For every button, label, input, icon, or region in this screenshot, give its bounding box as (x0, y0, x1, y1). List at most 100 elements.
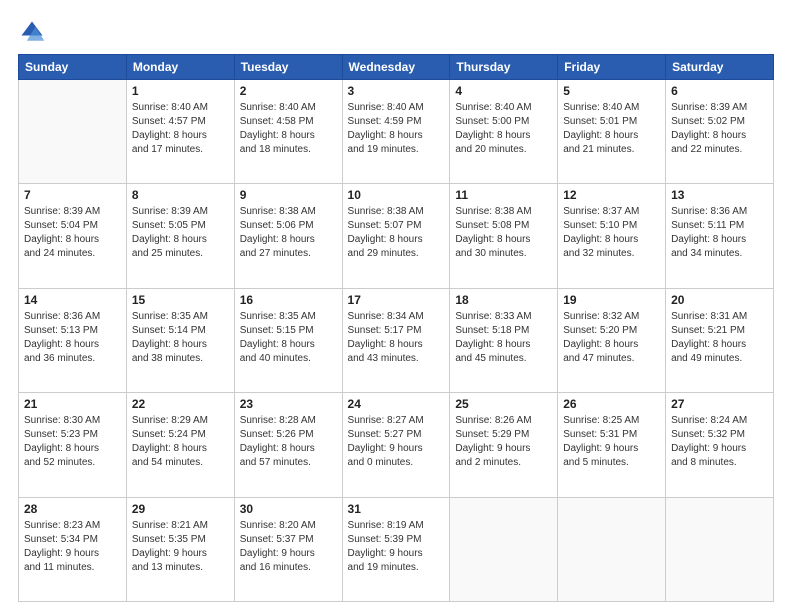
day-number: 31 (348, 502, 445, 516)
calendar-cell: 28Sunrise: 8:23 AM Sunset: 5:34 PM Dayli… (19, 497, 127, 601)
calendar-cell: 20 Sunrise: 8:31 AM Sunset: 5:21 PM Dayli… (666, 288, 774, 392)
day-number: 16 (240, 293, 337, 307)
day-info: Sunrise: 8:21 AM Sunset: 5:35 PM Dayligh… (132, 519, 229, 575)
calendar-cell: 18 Sunrise: 8:33 AM Sunset: 5:18 PM Dayli… (450, 288, 558, 392)
day-number: 8 (132, 188, 229, 202)
day-info: Sunrise: 8:31 AM Sunset: 5:21 PM Dayligh… (671, 310, 768, 366)
day-number: 30 (240, 502, 337, 516)
day-info: Sunrise: 8:36 AM Sunset: 5:11 PM Dayligh… (671, 205, 768, 261)
logo (18, 18, 50, 46)
calendar-cell: 25Sunrise: 8:26 AM Sunset: 5:29 PM Dayli… (450, 393, 558, 497)
day-number: 5 (563, 84, 660, 98)
calendar-cell: 22 Sunrise: 8:29 AM Sunset: 5:24 PM Dayli… (126, 393, 234, 497)
day-number: 12 (563, 188, 660, 202)
calendar-cell: 15 Sunrise: 8:35 AM Sunset: 5:14 PM Dayli… (126, 288, 234, 392)
calendar-header-row: SundayMondayTuesdayWednesdayThursdayFrid… (19, 55, 774, 80)
day-number: 17 (348, 293, 445, 307)
calendar-cell: 14 Sunrise: 8:36 AM Sunset: 5:13 PM Dayli… (19, 288, 127, 392)
day-number: 10 (348, 188, 445, 202)
calendar-cell: 7 Sunrise: 8:39 AM Sunset: 5:04 PM Daylig… (19, 184, 127, 288)
day-info: Sunrise: 8:36 AM Sunset: 5:13 PM Dayligh… (24, 310, 121, 366)
calendar-cell: 8 Sunrise: 8:39 AM Sunset: 5:05 PM Daylig… (126, 184, 234, 288)
day-number: 29 (132, 502, 229, 516)
day-info: Sunrise: 8:29 AM Sunset: 5:24 PM Dayligh… (132, 414, 229, 470)
day-number: 18 (455, 293, 552, 307)
calendar-cell: 1Sunrise: 8:40 AM Sunset: 4:57 PM Daylig… (126, 80, 234, 184)
calendar-cell: 12 Sunrise: 8:37 AM Sunset: 5:10 PM Dayli… (558, 184, 666, 288)
calendar-cell: 9Sunrise: 8:38 AM Sunset: 5:06 PM Daylig… (234, 184, 342, 288)
day-info: Sunrise: 8:39 AM Sunset: 5:02 PM Dayligh… (671, 101, 768, 157)
day-info: Sunrise: 8:40 AM Sunset: 5:01 PM Dayligh… (563, 101, 660, 157)
day-info: Sunrise: 8:38 AM Sunset: 5:08 PM Dayligh… (455, 205, 552, 261)
day-number: 21 (24, 397, 121, 411)
day-info: Sunrise: 8:30 AM Sunset: 5:23 PM Dayligh… (24, 414, 121, 470)
calendar-cell: 3 Sunrise: 8:40 AM Sunset: 4:59 PM Daylig… (342, 80, 450, 184)
calendar-cell: 17 Sunrise: 8:34 AM Sunset: 5:17 PM Dayli… (342, 288, 450, 392)
day-info: Sunrise: 8:35 AM Sunset: 5:14 PM Dayligh… (132, 310, 229, 366)
day-number: 11 (455, 188, 552, 202)
calendar-week-1: 1Sunrise: 8:40 AM Sunset: 4:57 PM Daylig… (19, 80, 774, 184)
calendar-cell (19, 80, 127, 184)
day-number: 6 (671, 84, 768, 98)
day-info: Sunrise: 8:28 AM Sunset: 5:26 PM Dayligh… (240, 414, 337, 470)
day-number: 23 (240, 397, 337, 411)
day-info: Sunrise: 8:34 AM Sunset: 5:17 PM Dayligh… (348, 310, 445, 366)
day-info: Sunrise: 8:19 AM Sunset: 5:39 PM Dayligh… (348, 519, 445, 575)
day-info: Sunrise: 8:32 AM Sunset: 5:20 PM Dayligh… (563, 310, 660, 366)
calendar-week-2: 7 Sunrise: 8:39 AM Sunset: 5:04 PM Daylig… (19, 184, 774, 288)
day-info: Sunrise: 8:39 AM Sunset: 5:05 PM Dayligh… (132, 205, 229, 261)
day-info: Sunrise: 8:33 AM Sunset: 5:18 PM Dayligh… (455, 310, 552, 366)
calendar-header-monday: Monday (126, 55, 234, 80)
day-info: Sunrise: 8:24 AM Sunset: 5:32 PM Dayligh… (671, 414, 768, 470)
day-number: 26 (563, 397, 660, 411)
day-info: Sunrise: 8:25 AM Sunset: 5:31 PM Dayligh… (563, 414, 660, 470)
day-number: 27 (671, 397, 768, 411)
calendar-header-wednesday: Wednesday (342, 55, 450, 80)
day-info: Sunrise: 8:40 AM Sunset: 4:58 PM Dayligh… (240, 101, 337, 157)
calendar-cell (450, 497, 558, 601)
calendar-header-thursday: Thursday (450, 55, 558, 80)
day-info: Sunrise: 8:23 AM Sunset: 5:34 PM Dayligh… (24, 519, 121, 575)
day-number: 22 (132, 397, 229, 411)
day-number: 19 (563, 293, 660, 307)
day-info: Sunrise: 8:37 AM Sunset: 5:10 PM Dayligh… (563, 205, 660, 261)
calendar-cell: 6 Sunrise: 8:39 AM Sunset: 5:02 PM Daylig… (666, 80, 774, 184)
day-number: 3 (348, 84, 445, 98)
calendar-week-4: 21 Sunrise: 8:30 AM Sunset: 5:23 PM Dayli… (19, 393, 774, 497)
calendar-cell: 10Sunrise: 8:38 AM Sunset: 5:07 PM Dayli… (342, 184, 450, 288)
calendar-header-friday: Friday (558, 55, 666, 80)
day-number: 13 (671, 188, 768, 202)
day-number: 14 (24, 293, 121, 307)
day-number: 7 (24, 188, 121, 202)
calendar-cell: 30 Sunrise: 8:20 AM Sunset: 5:37 PM Dayli… (234, 497, 342, 601)
day-info: Sunrise: 8:40 AM Sunset: 5:00 PM Dayligh… (455, 101, 552, 157)
day-number: 20 (671, 293, 768, 307)
page: SundayMondayTuesdayWednesdayThursdayFrid… (0, 0, 792, 612)
day-info: Sunrise: 8:38 AM Sunset: 5:06 PM Dayligh… (240, 205, 337, 261)
calendar-cell: 4 Sunrise: 8:40 AM Sunset: 5:00 PM Daylig… (450, 80, 558, 184)
day-number: 4 (455, 84, 552, 98)
day-info: Sunrise: 8:40 AM Sunset: 4:57 PM Dayligh… (132, 101, 229, 157)
calendar-cell: 29 Sunrise: 8:21 AM Sunset: 5:35 PM Dayli… (126, 497, 234, 601)
calendar-cell: 21 Sunrise: 8:30 AM Sunset: 5:23 PM Dayli… (19, 393, 127, 497)
day-number: 2 (240, 84, 337, 98)
calendar-cell: 27 Sunrise: 8:24 AM Sunset: 5:32 PM Dayli… (666, 393, 774, 497)
calendar-cell: 5 Sunrise: 8:40 AM Sunset: 5:01 PM Daylig… (558, 80, 666, 184)
calendar-header-sunday: Sunday (19, 55, 127, 80)
day-info: Sunrise: 8:26 AM Sunset: 5:29 PM Dayligh… (455, 414, 552, 470)
calendar-cell: 23 Sunrise: 8:28 AM Sunset: 5:26 PM Dayli… (234, 393, 342, 497)
calendar-cell: 19 Sunrise: 8:32 AM Sunset: 5:20 PM Dayli… (558, 288, 666, 392)
header (18, 18, 774, 46)
day-info: Sunrise: 8:40 AM Sunset: 4:59 PM Dayligh… (348, 101, 445, 157)
calendar-cell: 16Sunrise: 8:35 AM Sunset: 5:15 PM Dayli… (234, 288, 342, 392)
calendar-week-5: 28Sunrise: 8:23 AM Sunset: 5:34 PM Dayli… (19, 497, 774, 601)
calendar-header-tuesday: Tuesday (234, 55, 342, 80)
logo-icon (18, 18, 46, 46)
calendar-cell: 13 Sunrise: 8:36 AM Sunset: 5:11 PM Dayli… (666, 184, 774, 288)
day-number: 15 (132, 293, 229, 307)
day-info: Sunrise: 8:39 AM Sunset: 5:04 PM Dayligh… (24, 205, 121, 261)
calendar-cell (558, 497, 666, 601)
day-number: 24 (348, 397, 445, 411)
day-info: Sunrise: 8:20 AM Sunset: 5:37 PM Dayligh… (240, 519, 337, 575)
calendar-cell: 24Sunrise: 8:27 AM Sunset: 5:27 PM Dayli… (342, 393, 450, 497)
